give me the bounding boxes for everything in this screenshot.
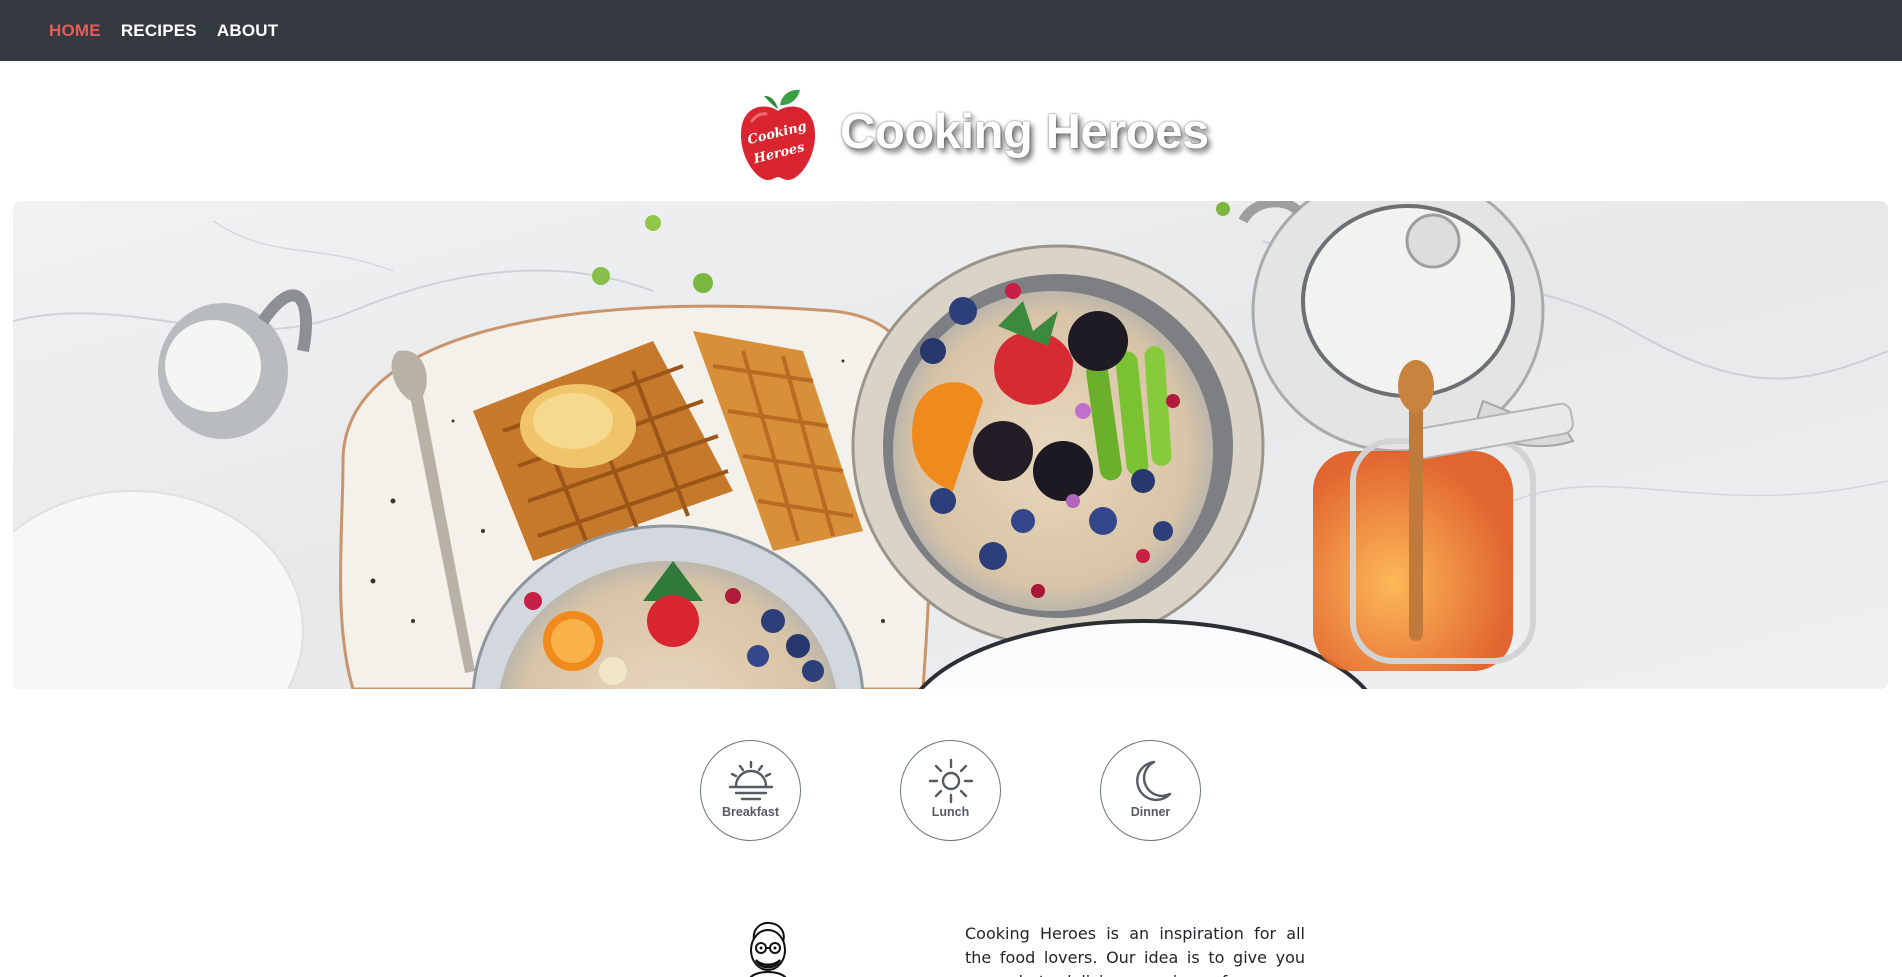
- nav-recipes-link[interactable]: RECIPES: [121, 21, 197, 41]
- apple-logo-icon[interactable]: Cooking Heroes: [738, 87, 818, 181]
- meal-breakfast-label: Breakfast: [722, 805, 779, 819]
- meal-dinner-button[interactable]: Dinner: [1100, 740, 1201, 841]
- meal-breakfast-button[interactable]: Breakfast: [700, 740, 801, 841]
- site-title: Cooking Heroes: [840, 105, 1209, 159]
- brand-header: Cooking Heroes Cooking Heroes: [738, 84, 1209, 184]
- sun-icon: [928, 758, 973, 804]
- top-navbar: HOME RECIPES ABOUT: [0, 0, 1902, 61]
- moon-icon: [1135, 760, 1171, 802]
- meal-lunch-label: Lunch: [931, 805, 970, 819]
- meal-categories: Breakfast Lunch Dinner: [700, 740, 1202, 841]
- sunrise-icon: [728, 760, 773, 801]
- nav-home-link[interactable]: HOME: [49, 21, 101, 41]
- meal-dinner-label: Dinner: [1130, 805, 1171, 819]
- hero-food-image: [13, 201, 1888, 689]
- about-paragraph: Cooking Heroes is an inspiration for all…: [965, 924, 1305, 977]
- nav-about-link[interactable]: ABOUT: [217, 21, 278, 41]
- chef-mascot-icon: [740, 918, 796, 977]
- meal-lunch-button[interactable]: Lunch: [900, 740, 1001, 841]
